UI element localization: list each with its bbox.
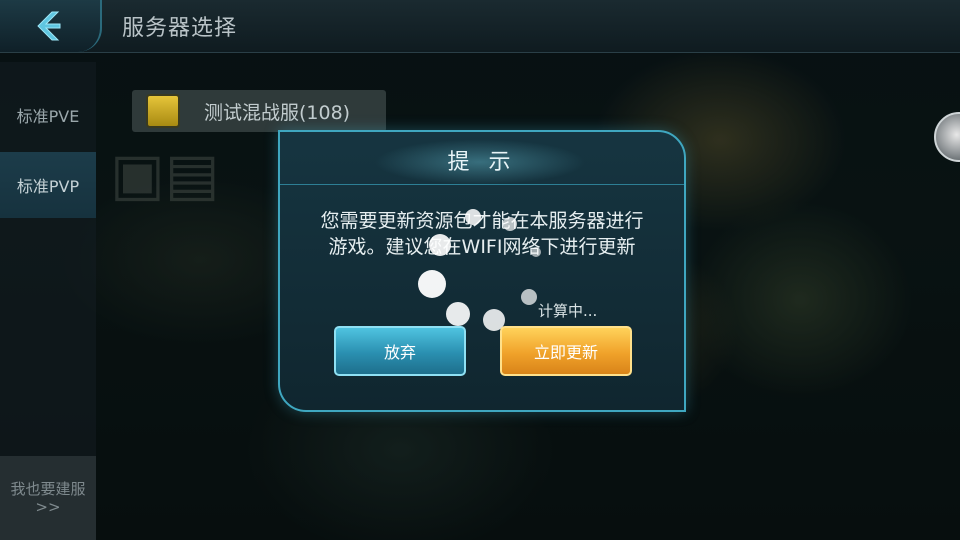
- cancel-button[interactable]: 放弃: [334, 326, 466, 376]
- build-server-button[interactable]: 我也要建服>>: [0, 456, 96, 540]
- back-arrow-icon: [37, 11, 61, 41]
- calculating-text: 计算中...: [538, 302, 598, 320]
- update-prompt-dialog: 提 示 您需要更新资源包才能在本服务器进行 游戏。建议您在WIFI网络下进行更新…: [278, 130, 686, 412]
- update-now-button[interactable]: 立即更新: [500, 326, 632, 376]
- sidebar-item-pvp[interactable]: 标准PVP: [0, 152, 96, 218]
- page-title: 服务器选择: [122, 16, 238, 41]
- build-server-label: 我也要建服>>: [10, 480, 86, 516]
- dialog-message: 您需要更新资源包才能在本服务器进行 游戏。建议您在WIFI网络下进行更新: [300, 208, 664, 260]
- dialog-title: 提 示: [447, 150, 517, 175]
- server-status-icon: [146, 94, 180, 128]
- sidebar-item-pve[interactable]: 标准PVE: [0, 82, 96, 148]
- back-button[interactable]: [0, 0, 102, 52]
- dialog-message-line: 您需要更新资源包才能在本服务器进行: [320, 210, 644, 232]
- dialog-message-line: 游戏。建议您在WIFI网络下进行更新: [328, 236, 636, 258]
- server-list-item[interactable]: 测试混战服(108): [132, 90, 386, 132]
- top-bar: 服务器选择: [0, 0, 960, 53]
- server-name: 测试混战服(108): [204, 101, 351, 124]
